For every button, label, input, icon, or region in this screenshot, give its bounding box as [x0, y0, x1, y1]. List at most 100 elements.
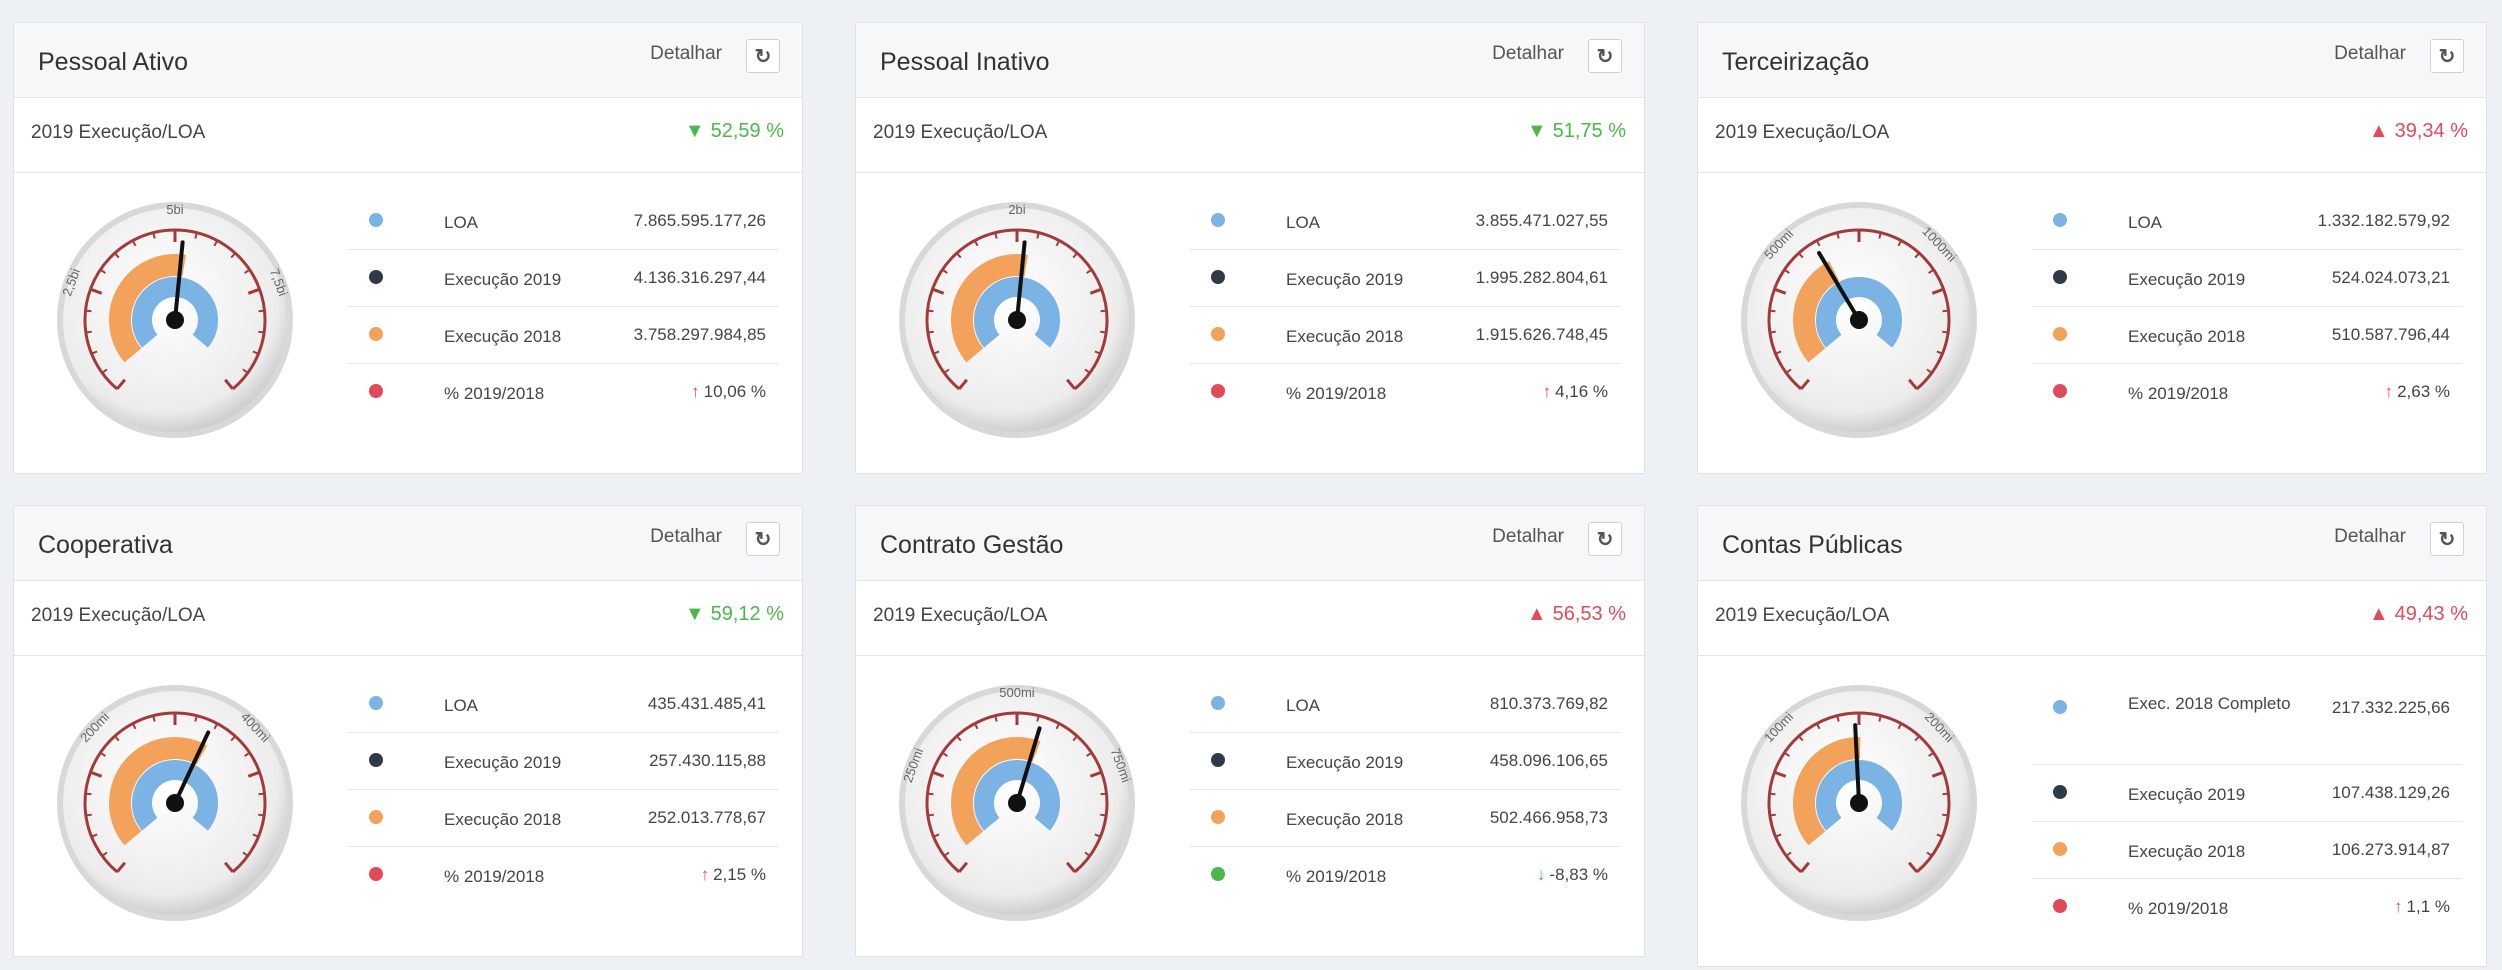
card-subheader: 2019 Execução/LOA ▼ 59,12 % — [14, 581, 802, 656]
values-table: LOA 810.373.769,82 Execução 2019 458.096.10… — [1190, 676, 1620, 903]
card-contrato-gestao: Contrato Gestão Detalhar ↻ 2019 Execução/LO… — [855, 505, 1645, 957]
row-label: Execução 2019 — [444, 753, 562, 772]
card-body: 2,5bi 5bi 7,5bi LOA 7.865.595.177,26 Execução… — [14, 173, 802, 473]
execution-loa-percent: ▼ 59,12 % — [685, 603, 784, 626]
value-text: 3.758.297.984,85 — [633, 325, 766, 344]
execution-loa-label: 2019 Execução/LOA — [1715, 122, 1890, 143]
row-label: Execução 2018 — [1286, 327, 1404, 346]
values-table: LOA 435.431.485,41 Execução 2019 257.430.11… — [348, 676, 778, 903]
table-row: Execução 2019 257.430.115,88 — [348, 733, 778, 790]
value-text: 435.431.485,41 — [647, 694, 766, 713]
gauge-pivot — [1008, 794, 1026, 812]
triangle-down-icon: ▼ — [684, 120, 705, 142]
execution-loa-label: 2019 Execução/LOA — [31, 122, 206, 143]
arrow-up-icon: ↑ — [691, 382, 700, 401]
legend-dot-exec2018 — [2053, 842, 2067, 856]
gauge-tick — [1836, 715, 1840, 722]
legend-dot-exec2018 — [1211, 327, 1225, 341]
gauge-tick — [85, 309, 92, 313]
refresh-button[interactable]: ↻ — [746, 522, 780, 556]
arrow-up-icon: ↑ — [2394, 897, 2403, 916]
row-value: ↑ 4,16 % — [1543, 382, 1608, 402]
row-value: 502.466.958,73 — [1490, 808, 1608, 828]
values-table: LOA 7.865.595.177,26 Execução 2019 4.136.31… — [348, 193, 778, 420]
gauge-tick — [927, 309, 934, 313]
percent-value: 49,43 % — [2394, 603, 2468, 625]
gauge-label: 500mi — [999, 685, 1035, 700]
percent-value: 39,34 % — [2394, 120, 2468, 142]
gauge-tick — [1769, 309, 1776, 313]
row-value: 107.438.129,26 — [2332, 783, 2450, 803]
value-text: 2,15 % — [713, 865, 766, 884]
detalhar-link[interactable]: Detalhar — [650, 526, 722, 548]
detalhar-link[interactable]: Detalhar — [650, 43, 722, 65]
legend-dot-exec2019 — [1211, 270, 1225, 284]
legend-dot-exec2019 — [1211, 753, 1225, 767]
legend-dot-loa — [1211, 696, 1225, 710]
gauge-tick — [1942, 330, 1949, 334]
refresh-icon: ↻ — [754, 528, 772, 551]
card-title: Terceirização — [1722, 48, 1870, 76]
card-contas-publicas: Contas Públicas Detalhar ↻ 2019 Execução/LO… — [1697, 505, 2487, 967]
legend-dot-exec2019 — [2053, 270, 2067, 284]
gauge-tick — [258, 792, 265, 796]
row-value: ↑ 2,63 % — [2385, 382, 2450, 402]
refresh-button[interactable]: ↻ — [2430, 522, 2464, 556]
row-value: 106.273.914,87 — [2332, 840, 2450, 860]
card-body: 200mi 400mi LOA 435.431.485,41 Execução 2019… — [14, 656, 802, 956]
detalhar-link[interactable]: Detalhar — [1492, 526, 1564, 548]
detalhar-link[interactable]: Detalhar — [2334, 43, 2406, 65]
refresh-icon: ↻ — [754, 45, 772, 68]
gauge-tick — [1942, 309, 1949, 313]
gauge: 2,5bi5bi7,5bi — [57, 202, 293, 438]
table-row: Execução 2019 524.024.073,21 — [2032, 250, 2462, 307]
table-row: % 2019/2018 ↑ 2,63 % — [2032, 364, 2462, 420]
legend-dot-pct_up — [2053, 384, 2067, 398]
gauge-tick — [194, 715, 198, 722]
gauge-tick — [152, 232, 156, 239]
refresh-button[interactable]: ↻ — [746, 39, 780, 73]
value-text: 7.865.595.177,26 — [633, 211, 766, 230]
card-pessoal-inativo: Pessoal Inativo Detalhar ↻ 2019 Execução/LO… — [855, 22, 1645, 474]
card-title: Pessoal Ativo — [38, 48, 189, 76]
row-label: Execução 2019 — [1286, 753, 1404, 772]
refresh-button[interactable]: ↻ — [1588, 39, 1622, 73]
row-label: % 2019/2018 — [2128, 384, 2229, 403]
card-header: Terceirização Detalhar ↻ — [1698, 23, 2486, 98]
execution-loa-label: 2019 Execução/LOA — [1715, 605, 1890, 626]
row-value: 7.865.595.177,26 — [634, 211, 766, 231]
table-row: Execução 2019 4.136.316.297,44 — [348, 250, 778, 307]
row-label: Execução 2018 — [444, 810, 562, 829]
row-value: 1.915.626.748,45 — [1476, 325, 1608, 345]
arrow-up-icon: ↑ — [2384, 382, 2394, 401]
percent-value: 59,12 % — [710, 603, 784, 625]
table-row: LOA 810.373.769,82 — [1190, 676, 1620, 733]
triangle-down-icon: ▼ — [1526, 120, 1547, 142]
table-row: LOA 3.855.471.027,55 — [1190, 193, 1620, 250]
legend-dot-exec2018 — [1211, 810, 1225, 824]
gauge-tick — [994, 232, 998, 239]
card-terceirizacao: Terceirização Detalhar ↻ 2019 Execução/LOA ▲… — [1697, 22, 2487, 474]
gauge-tick — [258, 309, 265, 313]
gauge-tick — [1100, 330, 1107, 334]
gauge-tick — [1878, 232, 1882, 239]
refresh-button[interactable]: ↻ — [2430, 39, 2464, 73]
gauge-tick — [927, 813, 934, 817]
refresh-button[interactable]: ↻ — [1588, 522, 1622, 556]
refresh-icon: ↻ — [2438, 528, 2456, 551]
gauge-tick — [1036, 232, 1040, 239]
card-body: 2bi LOA 3.855.471.027,55 Execução 2019 1.995… — [856, 173, 1644, 473]
legend-dot-exec2018 — [369, 327, 383, 341]
legend-dot-pct_up — [369, 384, 383, 398]
gauge: 500mi 1000mi — [1741, 202, 1977, 438]
detalhar-link[interactable]: Detalhar — [2334, 526, 2406, 548]
table-row: % 2019/2018 ↑ 2,15 % — [348, 847, 778, 903]
row-value: 810.373.769,82 — [1490, 694, 1608, 714]
gauge-tick — [1769, 330, 1776, 334]
gauge-tick — [994, 715, 998, 722]
value-text: 1.332.182.579,92 — [2317, 211, 2450, 230]
row-label: LOA — [1286, 213, 1321, 232]
detalhar-link[interactable]: Detalhar — [1492, 43, 1564, 65]
value-text: 107.438.129,26 — [2331, 783, 2450, 802]
gauge-pivot — [166, 794, 184, 812]
